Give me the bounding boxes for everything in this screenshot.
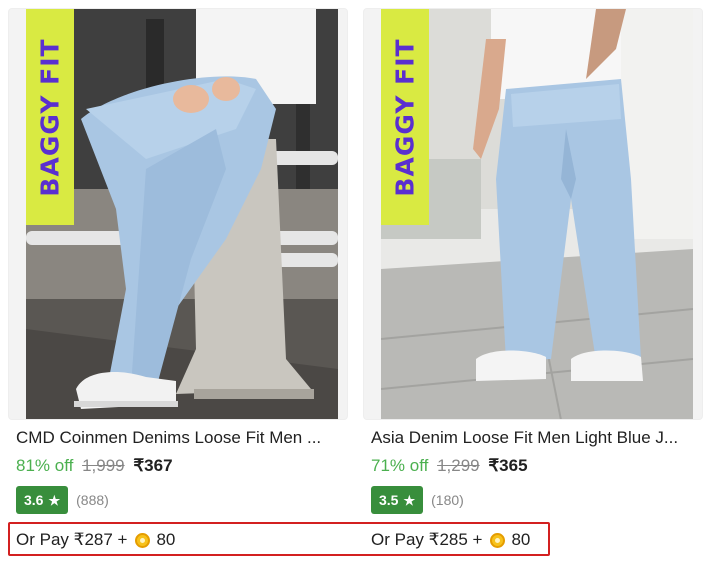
selling-price: ₹367 [133, 456, 173, 475]
product-title[interactable]: Asia Denim Loose Fit Men Light Blue J... [371, 428, 701, 448]
rating-value: 3.6 [24, 492, 44, 508]
rating-badge: 3.6 ★ [16, 486, 69, 514]
rating-count: (888) [76, 492, 109, 508]
baggy-fit-badge: BAGGY FIT [26, 9, 74, 225]
discount-percent: 81% off [16, 456, 74, 475]
product-card[interactable]: BAGGY FIT Asia Denim Loose Fit Men Light… [363, 0, 706, 562]
rating-count: (180) [431, 492, 464, 508]
original-price: 1,299 [437, 456, 480, 475]
highlight-box [8, 522, 550, 556]
product-image-container[interactable]: BAGGY FIT [8, 8, 348, 420]
product-image-container[interactable]: BAGGY FIT [363, 8, 703, 420]
selling-price: ₹365 [488, 456, 528, 475]
badge-label: BAGGY FIT [390, 37, 420, 197]
discount-percent: 71% off [371, 456, 429, 475]
price-row: 81% off 1,999 ₹367 [16, 456, 173, 476]
baggy-fit-badge: BAGGY FIT [381, 9, 429, 225]
rating-row: 3.5 ★ (180) [371, 486, 464, 514]
original-price: 1,999 [82, 456, 125, 475]
price-row: 71% off 1,299 ₹365 [371, 456, 528, 476]
product-card[interactable]: BAGGY FIT CMD Coinmen Denims Loose Fit M… [8, 0, 352, 562]
star-icon: ★ [403, 492, 416, 508]
product-title[interactable]: CMD Coinmen Denims Loose Fit Men ... [16, 428, 346, 448]
star-icon: ★ [48, 492, 61, 508]
rating-value: 3.5 [379, 492, 399, 508]
rating-badge: 3.5 ★ [371, 486, 424, 514]
badge-label: BAGGY FIT [35, 37, 65, 197]
rating-row: 3.6 ★ (888) [16, 486, 109, 514]
